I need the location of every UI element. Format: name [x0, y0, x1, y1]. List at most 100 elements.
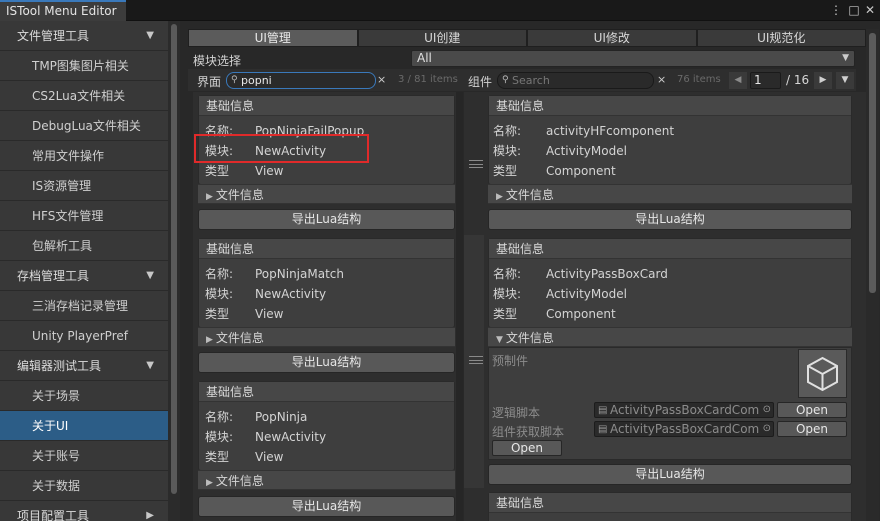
ui-search-input[interactable]: ⚲ popni	[226, 72, 376, 89]
object-picker-icon[interactable]: ⊙	[763, 422, 771, 436]
chevron-down-icon: ▼	[146, 360, 154, 371]
page-menu-button[interactable]: ▼	[836, 72, 854, 89]
sidebar-item-scene[interactable]: 关于场景	[0, 381, 168, 411]
file-info-foldout[interactable]: ▶ 文件信息	[198, 327, 455, 347]
component-card: 基础信息	[488, 492, 852, 521]
component-type-row: 类型 Component	[493, 305, 616, 322]
sidebar-item-cs2lua[interactable]: CS2Lua文件相关	[0, 81, 168, 111]
logic-script-value: ActivityPassBoxCardCom	[610, 403, 760, 417]
page-number-input[interactable]: 1	[750, 72, 781, 89]
file-icon: ▤	[598, 424, 608, 435]
sidebar-item-debuglua[interactable]: DebugLua文件相关	[0, 111, 168, 141]
file-info-label: 文件信息	[505, 331, 554, 345]
sidebar-item-ui[interactable]: 关于UI	[0, 411, 168, 441]
ui-card: 基础信息 名称: PopNinjaMatch 模块: NewActivity 类型 V…	[198, 238, 455, 328]
prefab-label: 预制件	[492, 354, 529, 368]
prev-page-button[interactable]: ◀	[729, 72, 747, 89]
title-bar	[0, 0, 880, 21]
export-lua-button[interactable]: 导出Lua结构	[198, 352, 455, 373]
sidebar: 文件管理工具 ▼ TMP图集图片相关 CS2Lua文件相关 DebugLua文件相…	[0, 21, 168, 521]
ui-module-row: 模块: NewActivity	[205, 285, 326, 302]
chevron-down-icon: ▼	[842, 53, 849, 63]
export-lua-button[interactable]: 导出Lua结构	[488, 209, 852, 230]
object-picker-icon[interactable]: ⊙	[763, 403, 771, 417]
component-name-row: 名称: activityHFcomponent	[493, 122, 674, 139]
file-info-foldout[interactable]: ▶ 文件信息	[198, 184, 455, 204]
component-name-row: 名称: ActivityPassBoxCard	[493, 265, 668, 282]
tab-ui-normalize[interactable]: UI规范化	[696, 29, 866, 47]
open-button[interactable]: Open	[492, 440, 562, 456]
open-logic-script-button[interactable]: Open	[777, 402, 847, 418]
sidebar-item-package-parse[interactable]: 包解析工具	[0, 231, 168, 261]
ui-name-row: 名称: PopNinja	[205, 408, 307, 425]
file-info-label: 文件信息	[215, 188, 264, 202]
drag-handle-icon[interactable]	[469, 356, 483, 364]
ui-name-value: PopNinjaMatch	[255, 267, 344, 281]
window-title-tab[interactable]: ISTool Menu Editor	[0, 0, 126, 21]
ui-name-row: 名称: PopNinjaMatch	[205, 265, 344, 282]
close-icon[interactable]: ✕	[862, 2, 878, 18]
sidebar-item-label: 项目配置工具	[17, 509, 90, 521]
sidebar-item-account[interactable]: 关于账号	[0, 441, 168, 471]
file-info-foldout[interactable]: ▶ 文件信息	[198, 470, 455, 490]
search-icon: ⚲	[231, 75, 238, 85]
more-options-icon[interactable]: ⋮	[828, 2, 844, 18]
sidebar-cat-save-tools[interactable]: 存档管理工具 ▼	[0, 261, 168, 291]
file-info-foldout-expanded[interactable]: ▼ 文件信息	[488, 327, 852, 347]
sidebar-item-data[interactable]: 关于数据	[0, 471, 168, 501]
clear-search-icon[interactable]: ×	[377, 73, 386, 86]
name-label: 名称:	[205, 267, 234, 281]
sidebar-item-label: 文件管理工具	[17, 29, 90, 43]
type-label: 类型	[205, 164, 230, 178]
ui-list-scrollbar[interactable]	[456, 92, 463, 521]
component-type-row: 类型 Component	[493, 162, 616, 179]
sidebar-item-hfs[interactable]: HFS文件管理	[0, 201, 168, 231]
sidebar-cat-file-tools[interactable]: 文件管理工具 ▼	[0, 21, 168, 51]
ui-search-value: popni	[241, 74, 272, 87]
chevron-down-icon: ▼	[146, 270, 154, 281]
file-info-label: 文件信息	[505, 188, 554, 202]
tab-ui-modify[interactable]: UI修改	[527, 29, 697, 47]
drag-handle-icon[interactable]	[469, 160, 483, 168]
clear-search-icon[interactable]: ×	[657, 73, 666, 86]
chevron-down-icon: ▼	[146, 30, 154, 41]
module-select-dropdown[interactable]: All ▼	[411, 50, 855, 67]
basic-info-header: 基础信息	[199, 382, 454, 402]
sidebar-item-is-resources[interactable]: IS资源管理	[0, 171, 168, 201]
cube-icon	[807, 356, 838, 392]
sidebar-cat-editor-test[interactable]: 编辑器测试工具 ▼	[0, 351, 168, 381]
basic-info-header: 基础信息	[489, 239, 851, 259]
maximize-icon[interactable]: □	[846, 2, 862, 18]
basic-info-header: 基础信息	[199, 239, 454, 259]
main-scroll-thumb[interactable]	[869, 33, 876, 293]
component-script-field[interactable]: ▤ ActivityPassBoxCardCom ⊙	[594, 421, 774, 437]
next-page-button[interactable]: ▶	[814, 72, 832, 89]
prefab-preview[interactable]	[798, 349, 847, 398]
export-lua-button[interactable]: 导出Lua结构	[198, 209, 455, 230]
tab-ui-create[interactable]: UI创建	[357, 29, 527, 47]
export-lua-button[interactable]: 导出Lua结构	[488, 464, 852, 485]
tab-ui-manage[interactable]: UI管理	[188, 29, 358, 47]
name-label: 名称:	[493, 124, 522, 138]
highlight-box	[194, 134, 369, 163]
ui-item-count: 3 / 81 items	[398, 74, 458, 85]
sidebar-item-common-file-ops[interactable]: 常用文件操作	[0, 141, 168, 171]
component-search-input[interactable]: ⚲ Search	[497, 72, 654, 89]
file-info-foldout[interactable]: ▶ 文件信息	[488, 184, 852, 204]
chevron-right-icon: ▶	[206, 192, 213, 202]
sidebar-item-tmp[interactable]: TMP图集图片相关	[0, 51, 168, 81]
sidebar-scroll-thumb[interactable]	[171, 24, 177, 494]
file-info-label: 文件信息	[215, 474, 264, 488]
open-component-script-button[interactable]: Open	[777, 421, 847, 437]
name-label: 名称:	[493, 267, 522, 281]
sidebar-item-match3-saves[interactable]: 三消存档记录管理	[0, 291, 168, 321]
ui-module-value: NewActivity	[255, 430, 327, 444]
component-type-value: Component	[546, 307, 616, 321]
logic-script-field[interactable]: ▤ ActivityPassBoxCardCom ⊙	[594, 402, 774, 418]
ui-type-row: 类型 View	[205, 305, 283, 322]
sidebar-item-playerpref[interactable]: Unity PlayerPref	[0, 321, 168, 351]
sidebar-cat-project-config[interactable]: 项目配置工具 ▶	[0, 501, 168, 521]
export-lua-button[interactable]: 导出Lua结构	[198, 496, 455, 517]
module-label: 模块:	[205, 287, 234, 301]
sidebar-item-label: 编辑器测试工具	[17, 359, 102, 373]
